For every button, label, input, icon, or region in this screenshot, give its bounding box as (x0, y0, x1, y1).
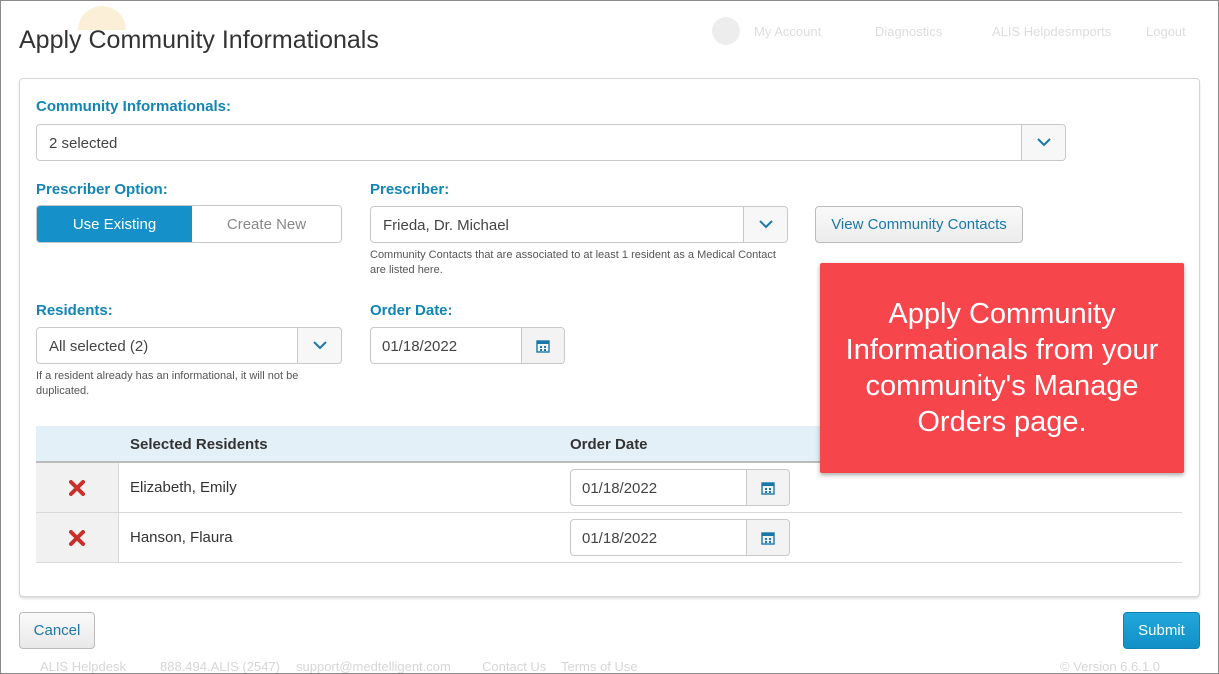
community-informationals-value: 2 selected (49, 135, 118, 152)
footer-terms: Terms of Use (561, 659, 638, 674)
row-order-date-input[interactable]: 01/18/2022 (570, 469, 790, 506)
use-existing-button[interactable]: Use Existing (37, 206, 192, 242)
footer-email: support@medtelligent.com (296, 659, 451, 674)
avatar (712, 17, 740, 45)
background-footer: ALIS Helpdesk 888.494.ALIS (2547) suppor… (0, 657, 1219, 674)
cancel-button[interactable]: Cancel (19, 612, 95, 649)
row-order-date-input[interactable]: 01/18/2022 (570, 519, 790, 556)
residents-help-text: If a resident already has an information… (36, 370, 299, 397)
calendar-icon[interactable] (746, 520, 789, 555)
chevron-down-icon[interactable] (743, 207, 787, 242)
community-informationals-label: Community Informationals: (36, 98, 232, 115)
column-header-order-date: Order Date (570, 436, 648, 453)
diagnostics-link: Diagnostics (875, 24, 943, 39)
callout-text: Apply Community Informationals from your… (845, 298, 1159, 438)
chevron-down-icon[interactable] (297, 328, 341, 363)
footer-helpdesk: ALIS Helpdesk (40, 659, 126, 674)
prescriber-help-text: Community Contacts that are associated t… (370, 249, 776, 276)
footer-version: © Version 6.6.1.0 (1060, 659, 1160, 674)
community-informationals-select[interactable]: 2 selected (36, 124, 1066, 161)
prescriber-value: Frieda, Dr. Michael (383, 217, 509, 234)
prescriber-select[interactable]: Frieda, Dr. Michael (370, 206, 788, 243)
view-community-contacts-button[interactable]: View Community Contacts (815, 206, 1023, 243)
residents-label: Residents: (36, 302, 113, 319)
annotation-callout: Apply Community Informationals from your… (820, 263, 1184, 473)
helpdesk-link: ALIS Helpdesmports (992, 24, 1112, 39)
remove-icon[interactable] (69, 479, 85, 496)
row-order-date-value: 01/18/2022 (582, 530, 658, 547)
create-new-button[interactable]: Create New (192, 206, 341, 242)
resident-name: Hanson, Flaura (130, 529, 233, 546)
my-account-link: My Account (754, 24, 822, 39)
table-row: Hanson, Flaura 01/18/2022 (36, 513, 1182, 563)
modal-title: Apply Community Informationals (19, 26, 379, 54)
order-date-label: Order Date: (370, 302, 453, 319)
calendar-icon[interactable] (521, 328, 564, 363)
prescriber-option-toggle: Use Existing Create New (36, 205, 342, 243)
order-date-value: 01/18/2022 (382, 338, 458, 355)
calendar-icon[interactable] (746, 470, 789, 505)
column-header-selected-residents: Selected Residents (130, 436, 268, 453)
residents-select[interactable]: All selected (2) (36, 327, 342, 364)
remove-resident-button[interactable] (36, 513, 119, 562)
order-date-input[interactable]: 01/18/2022 (370, 327, 565, 364)
row-order-date-value: 01/18/2022 (582, 480, 658, 497)
prescriber-option-label: Prescriber Option: (36, 181, 168, 198)
footer-phone: 888.494.ALIS (2547) (160, 659, 280, 674)
footer-contact: Contact Us (482, 659, 547, 674)
prescriber-label: Prescriber: (370, 181, 450, 198)
submit-button[interactable]: Submit (1123, 612, 1200, 649)
remove-resident-button[interactable] (36, 463, 119, 512)
logout-link: Logout (1146, 24, 1186, 39)
remove-icon[interactable] (69, 529, 85, 546)
chevron-down-icon[interactable] (1021, 125, 1065, 160)
resident-name: Elizabeth, Emily (130, 479, 237, 496)
residents-value: All selected (2) (49, 338, 149, 355)
